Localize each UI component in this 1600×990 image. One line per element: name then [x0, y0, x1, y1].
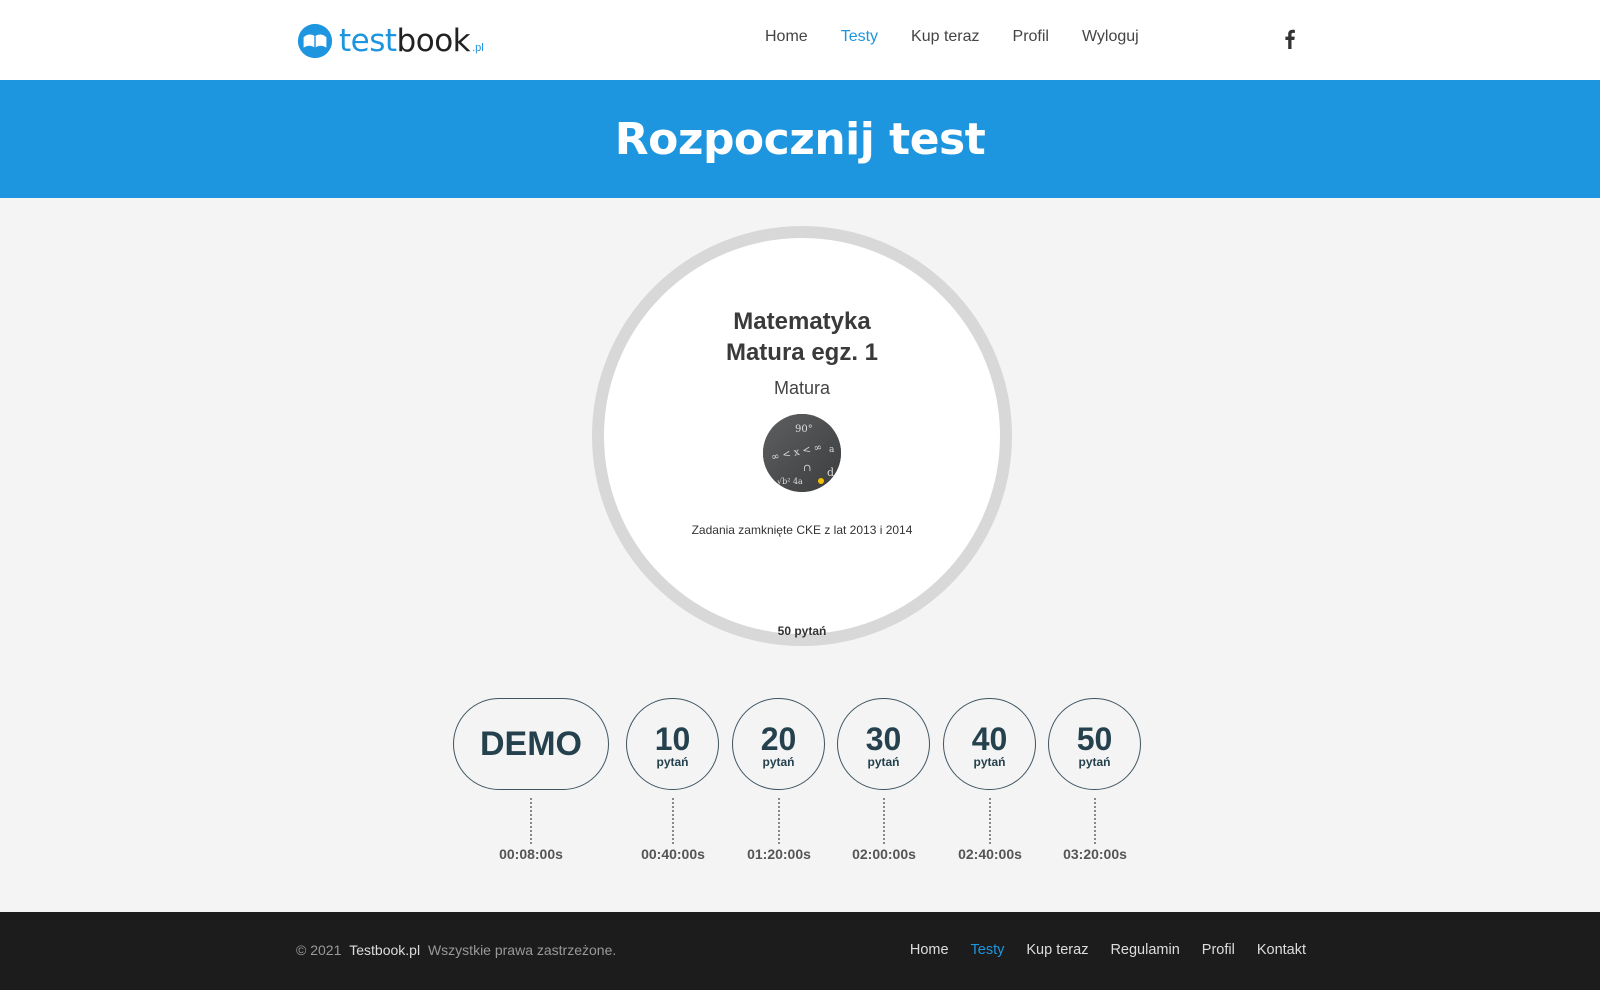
top-navbar: test book .pl Home Testy Kup teraz Profi… — [0, 0, 1600, 80]
svg-text:90°: 90° — [795, 424, 813, 435]
dotted-connector — [530, 798, 532, 844]
hero-banner: Rozpocznij test — [0, 80, 1600, 198]
test-name: Matura egz. 1 — [725, 339, 879, 366]
rights-text: Wszystkie prawa zastrzeżone. — [427, 942, 617, 958]
footer-nav-profil[interactable]: Profil — [1202, 942, 1235, 958]
time-limit-40: 02:40:00s — [958, 846, 1022, 862]
footer-brand: Testbook.pl — [349, 942, 421, 958]
option-demo-button[interactable]: DEMO — [453, 698, 609, 790]
svg-text:a: a — [829, 445, 835, 455]
dotted-connector — [672, 798, 674, 844]
option-label: pytań — [656, 755, 689, 769]
option-value: DEMO — [480, 725, 582, 763]
logo-text-book: book — [396, 23, 471, 59]
option-label: pytań — [867, 755, 900, 769]
logo-text-suffix: .pl — [472, 42, 484, 54]
svg-text:d: d — [827, 466, 834, 479]
time-limit-50: 03:20:00s — [1063, 846, 1127, 862]
option-20-button[interactable]: 20 pytań — [732, 698, 825, 790]
math-formulas-thumbnail: 90° ∞ < x < ∞ ∩ √b² 4a d a — [763, 414, 841, 492]
question-count: 50 pytań — [777, 624, 827, 638]
option-value: 40 — [971, 721, 1008, 757]
dotted-connector — [883, 798, 885, 844]
option-label: pytań — [762, 755, 795, 769]
math-formulas-icon: 90° ∞ < x < ∞ ∩ √b² 4a d a — [763, 414, 841, 492]
page-title: Rozpocznij test — [614, 114, 986, 165]
option-40-button[interactable]: 40 pytań — [943, 698, 1036, 790]
nav-wyloguj[interactable]: Wyloguj — [1082, 28, 1139, 46]
time-limit-demo: 00:08:00s — [499, 846, 563, 862]
dotted-connector — [1094, 798, 1096, 844]
nav-profil[interactable]: Profil — [1013, 28, 1049, 46]
time-limit-20: 01:20:00s — [747, 846, 811, 862]
test-description: Zadania zamknięte CKE z lat 2013 i 2014 — [691, 523, 913, 537]
option-label: pytań — [973, 755, 1006, 769]
footer-nav-home[interactable]: Home — [910, 942, 949, 958]
footer-nav: Home Testy Kup teraz Regulamin Profil Ko… — [888, 942, 1306, 958]
option-value: 20 — [760, 721, 797, 757]
time-limit-10: 00:40:00s — [641, 846, 705, 862]
footer-nav-regulamin[interactable]: Regulamin — [1110, 942, 1179, 958]
option-50-button[interactable]: 50 pytań — [1048, 698, 1141, 790]
test-subject: Matematyka — [733, 308, 871, 335]
option-value: 10 — [654, 721, 691, 757]
nav-testy[interactable]: Testy — [841, 28, 878, 46]
logo-text-test: test — [339, 23, 397, 59]
svg-text:√b² 4a: √b² 4a — [777, 477, 803, 486]
testbook-logo[interactable]: test book .pl — [296, 18, 484, 60]
option-value: 50 — [1076, 721, 1113, 757]
nav-kup-teraz[interactable]: Kup teraz — [911, 28, 979, 46]
time-limit-30: 02:00:00s — [852, 846, 916, 862]
footer-nav-kup-teraz[interactable]: Kup teraz — [1026, 942, 1088, 958]
test-category: Matura — [773, 378, 831, 398]
dotted-connector — [989, 798, 991, 844]
footer-nav-testy[interactable]: Testy — [971, 942, 1005, 958]
book-logo-icon — [297, 23, 333, 59]
footer: © 2021 Testbook.pl Wszystkie prawa zastr… — [0, 912, 1600, 990]
svg-text:∩: ∩ — [803, 463, 811, 474]
main-nav: Home Testy Kup teraz Profil Wyloguj — [765, 28, 1172, 46]
option-value: 30 — [865, 721, 902, 757]
option-30-button[interactable]: 30 pytań — [837, 698, 930, 790]
dotted-connector — [778, 798, 780, 844]
option-10-button[interactable]: 10 pytań — [626, 698, 719, 790]
facebook-icon[interactable] — [1283, 29, 1297, 49]
copyright: © 2021 Testbook.pl Wszystkie prawa zastr… — [296, 942, 616, 958]
nav-home[interactable]: Home — [765, 28, 808, 46]
test-card: Matematyka Matura egz. 1 Matura 90° ∞ < … — [592, 226, 1012, 646]
option-label: pytań — [1078, 755, 1111, 769]
copyright-year: © 2021 — [296, 942, 342, 958]
footer-nav-kontakt[interactable]: Kontakt — [1257, 942, 1306, 958]
